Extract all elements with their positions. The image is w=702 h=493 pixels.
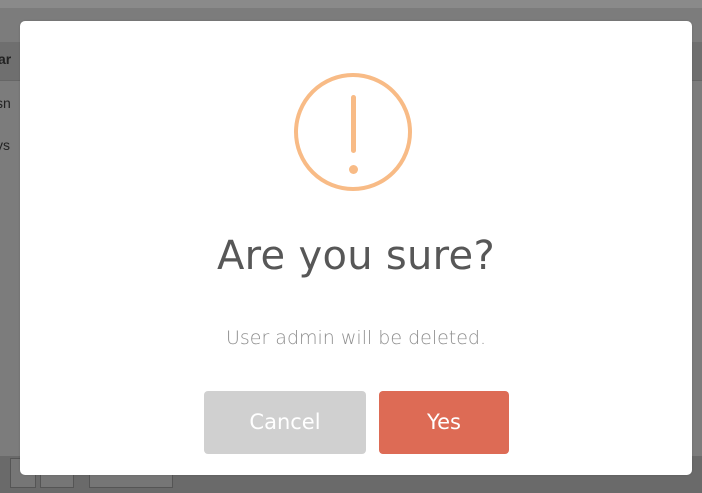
background-row-text: ys [0, 137, 10, 153]
cancel-button[interactable]: Cancel [204, 391, 366, 454]
exclamation-dot [349, 165, 358, 174]
background-header-text: ar [0, 51, 12, 67]
exclamation-bar [351, 95, 356, 153]
confirm-button[interactable]: Yes [379, 391, 509, 454]
exclamation-icon [294, 73, 412, 191]
dialog-message: User admin will be deleted. [225, 327, 487, 349]
background-row-text: sn [0, 95, 11, 111]
confirm-dialog: Are you sure? User admin will be deleted… [20, 21, 692, 475]
dialog-title: Are you sure? [217, 233, 495, 279]
